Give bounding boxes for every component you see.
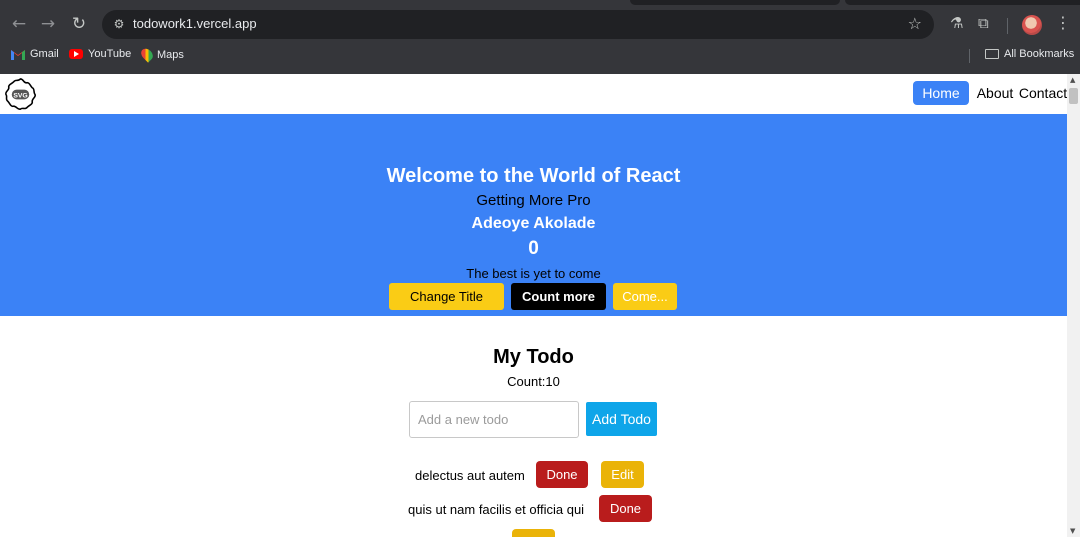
bookmarks-bar: Gmail YouTube Maps All Bookmarks — [0, 44, 1080, 68]
bookmark-label: YouTube — [88, 48, 132, 60]
nav-link-contact[interactable]: Contact — [1019, 81, 1067, 105]
edit-button[interactable] — [512, 529, 555, 537]
done-button[interactable]: Done — [599, 495, 652, 522]
nav-link-about[interactable]: About — [974, 81, 1016, 105]
browser-toolbar: ← → ↻ ⚙ todowork1.vercel.app ☆ ⚗ ⧉ ⋮ — [0, 8, 1080, 42]
page-scrollbar[interactable]: ▲ ▼ — [1067, 74, 1080, 537]
page-viewport: SVG Home About Contact Welcome to the Wo… — [0, 74, 1067, 537]
todo-item-text: delectus aut autem — [415, 468, 525, 483]
profile-avatar[interactable] — [1022, 15, 1042, 35]
new-todo-input[interactable] — [409, 401, 579, 438]
bookmark-star-icon[interactable]: ☆ — [908, 14, 922, 33]
hero-section: Welcome to the World of React Getting Mo… — [0, 114, 1067, 316]
bookmark-youtube[interactable]: YouTube — [69, 48, 131, 60]
address-bar[interactable]: ⚙ todowork1.vercel.app ☆ — [102, 10, 934, 39]
nav-link-home[interactable]: Home — [913, 81, 969, 105]
count-more-button[interactable]: Count more — [511, 283, 606, 310]
edit-button[interactable]: Edit — [601, 461, 644, 488]
bookmark-gmail[interactable]: Gmail — [11, 48, 59, 60]
tab-strip-edge — [630, 0, 840, 5]
youtube-icon — [69, 49, 83, 59]
todo-count: Count:10 — [507, 374, 560, 389]
tab-strip-edge — [845, 0, 1080, 5]
hero-title: Welcome to the World of React — [386, 165, 681, 187]
extension-flask-icon[interactable]: ⚗ — [950, 14, 963, 32]
bookmark-label: Gmail — [30, 48, 59, 60]
hero-subtitle: Getting More Pro — [476, 192, 591, 209]
scroll-down-icon[interactable]: ▼ — [1070, 527, 1075, 535]
scroll-thumb[interactable] — [1069, 88, 1078, 104]
hero-counter: 0 — [528, 238, 539, 259]
url-text[interactable]: todowork1.vercel.app — [133, 16, 257, 31]
done-button[interactable]: Done — [536, 461, 588, 488]
more-menu-icon[interactable]: ⋮ — [1055, 13, 1071, 32]
todo-item-text: quis ut nam facilis et officia qui — [408, 502, 585, 517]
browser-chrome: ← → ↻ ⚙ todowork1.vercel.app ☆ ⚗ ⧉ ⋮ Gma… — [0, 0, 1080, 74]
bookmark-label: Maps — [157, 48, 184, 61]
hero-tagline: The best is yet to come — [466, 266, 601, 281]
scroll-up-icon[interactable]: ▲ — [1070, 76, 1075, 84]
site-navbar: SVG Home About Contact — [0, 74, 1067, 114]
folder-icon — [985, 49, 999, 59]
bookmarks-divider — [969, 49, 970, 63]
change-title-button[interactable]: Change Title — [389, 283, 504, 310]
come-button[interactable]: Come... — [613, 283, 677, 310]
site-settings-icon[interactable]: ⚙ — [109, 14, 129, 34]
toolbar-divider — [1007, 18, 1008, 34]
all-bookmarks-button[interactable]: All Bookmarks — [985, 48, 1074, 60]
maps-icon — [138, 46, 156, 63]
gmail-icon — [11, 49, 25, 60]
extensions-puzzle-icon[interactable]: ⧉ — [978, 14, 989, 32]
all-bookmarks-label: All Bookmarks — [1004, 48, 1075, 60]
bookmark-maps[interactable]: Maps — [138, 46, 184, 63]
svg-logo-icon[interactable]: SVG — [3, 77, 38, 112]
reload-icon[interactable]: ↻ — [65, 8, 93, 40]
back-icon[interactable]: ← — [5, 8, 33, 40]
todo-title: My Todo — [493, 346, 574, 368]
hero-name: Adeoye Akolade — [471, 215, 596, 232]
forward-icon[interactable]: → — [34, 8, 62, 40]
logo-text: SVG — [13, 92, 27, 99]
add-todo-button[interactable]: Add Todo — [586, 402, 657, 436]
